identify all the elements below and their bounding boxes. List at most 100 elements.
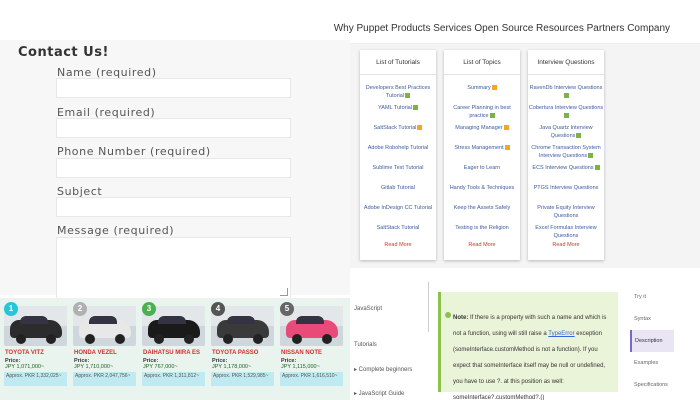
car-card[interactable]: 5 NISSAN NOTE Price: JPY 1,115,000~ Approx. … — [278, 300, 345, 400]
new-tag-icon — [588, 153, 594, 159]
email-input[interactable] — [56, 118, 291, 138]
read-more-link[interactable]: Read More — [528, 242, 604, 248]
docs-left-sidebar: JavaScript Tutorials ▸ Complete beginners ▸… — [350, 280, 428, 400]
car-window-shape — [296, 316, 324, 324]
card-link[interactable]: Eager to Learn — [444, 160, 520, 180]
car-name[interactable]: TOYOTA VITZ — [5, 350, 44, 356]
docs-toc-item[interactable]: Try it — [634, 294, 646, 300]
docs-right-sidebar: Try it Syntax Description Examples Specifica… — [630, 282, 700, 400]
subject-input[interactable] — [56, 197, 291, 217]
docs-toc-item[interactable]: Specifications — [634, 382, 668, 388]
rank-badge: 2 — [73, 302, 87, 316]
docs-toc-item[interactable]: Examples — [634, 360, 658, 366]
read-more-link[interactable]: Read More — [360, 242, 436, 248]
note-text-2: will still raise a — [508, 331, 549, 337]
car-price: JPY 1,115,000~ — [281, 364, 320, 370]
card-list: RavenDb Interview Questions Cobertura Int… — [528, 75, 604, 240]
name-input[interactable] — [56, 78, 291, 98]
card-link[interactable]: Summary — [444, 80, 520, 100]
card-link[interactable]: SaltStack Tutorial — [360, 220, 436, 240]
car-name[interactable]: TOYOTA PASSO — [212, 350, 258, 356]
car-wheel-shape — [85, 334, 95, 344]
rank-badge: 1 — [4, 302, 18, 316]
note-prefix: Note: — [453, 315, 469, 321]
car-wheel-shape — [223, 334, 233, 344]
card-link[interactable]: YAML Tutorial — [360, 100, 436, 120]
car-wheel-shape — [154, 334, 164, 344]
card-title: List of Tutorials — [360, 50, 436, 75]
card-link[interactable]: RavenDb Interview Questions — [528, 80, 604, 100]
car-card[interactable]: 2 HONDA VEZEL Price: JPY 1,710,000~ Approx. … — [71, 300, 138, 400]
car-name[interactable]: DAIHATSU MIRA ES — [143, 350, 200, 356]
card-link[interactable]: Adobe Robohelp Tutorial — [360, 140, 436, 160]
card-link[interactable]: Chrome Transaction System Interview Ques… — [528, 140, 604, 160]
car-card[interactable]: 4 TOYOTA PASSO Price: JPY 1,178,000~ Approx.… — [209, 300, 276, 400]
car-wheel-shape — [115, 334, 125, 344]
new-tag-icon — [489, 113, 495, 119]
phone-label: Phone Number (required) — [57, 145, 211, 158]
car-approx-price: Approx. PKR 1,616,510~ — [280, 372, 343, 386]
card-link[interactable]: Testing is the Religion — [444, 220, 520, 240]
car-window-shape — [227, 316, 255, 324]
docs-toc-item[interactable]: Syntax — [634, 316, 651, 322]
card-link[interactable]: Java Quartz Interview Questions — [528, 120, 604, 140]
contact-form: Contact Us! Name (required) Email (requi… — [0, 40, 350, 299]
card-link[interactable]: PTGS Interview Questions — [528, 180, 604, 200]
card-link[interactable]: Handy Tools & Techniques — [444, 180, 520, 200]
new-tag-icon — [491, 85, 497, 91]
card-link[interactable]: Managing Manager — [444, 120, 520, 140]
car-window-shape — [20, 316, 48, 324]
card-link[interactable]: Stress Management — [444, 140, 520, 160]
car-price: JPY 1,710,000~ — [74, 364, 114, 370]
phone-input[interactable] — [56, 158, 291, 178]
car-card[interactable]: 3 DAIHATSU MIRA ES Price: JPY 767,000~ Appro… — [140, 300, 207, 400]
car-wheel-shape — [322, 334, 332, 344]
car-approx-price: Approx. PKR 1,332,025~ — [4, 372, 67, 386]
card-link[interactable]: Sublime Text Tutorial — [360, 160, 436, 180]
car-name[interactable]: HONDA VEZEL — [74, 350, 117, 356]
car-window-shape — [89, 316, 117, 324]
docs-nav-item[interactable]: JavaScript — [354, 306, 382, 312]
resize-grip-icon[interactable] — [280, 288, 288, 296]
docs-nav-item[interactable]: ▸ Complete beginners — [354, 366, 412, 373]
card-link[interactable]: Cobertura Interview Questions — [528, 100, 604, 120]
docs-nav-item[interactable]: Tutorials — [354, 342, 377, 348]
note-box: Note: If there is a property with such a… — [438, 292, 618, 400]
card-link[interactable]: Keep the Assets Safely — [444, 200, 520, 220]
car-price: JPY 1,071,000~ — [5, 364, 45, 370]
page-root: Why Puppet Products Services Open Source… — [0, 0, 700, 400]
car-name[interactable]: NISSAN NOTE — [281, 350, 322, 356]
note-text-3: exception (someInterface.customMethod is… — [453, 331, 606, 400]
message-textarea[interactable] — [56, 237, 291, 299]
new-tag-icon — [504, 145, 510, 151]
car-wheel-shape — [292, 334, 302, 344]
divider — [428, 282, 429, 332]
new-tag-icon — [576, 133, 582, 139]
car-price: JPY 767,000~ — [143, 364, 178, 370]
new-tag-icon — [405, 93, 411, 99]
card-list: Summary Career Planning in best practice M… — [444, 75, 520, 240]
card-link[interactable]: Career Planning in best practice — [444, 100, 520, 120]
car-price: JPY 1,178,000~ — [212, 364, 252, 370]
docs-toc-item[interactable]: Description — [630, 330, 674, 352]
info-icon — [445, 312, 451, 318]
car-approx-price: Approx. PKR 1,311,812~ — [142, 372, 205, 386]
new-tag-icon — [417, 125, 423, 131]
card-link[interactable]: SaltStack Tutorial — [360, 120, 436, 140]
card-link[interactable]: Excel Formulas Interview Questions — [528, 220, 604, 240]
car-wheel-shape — [46, 334, 56, 344]
card-link[interactable]: Developers Best Practices Tutorial — [360, 80, 436, 100]
contact-title: Contact Us! — [18, 45, 109, 60]
card-link[interactable]: Adobe InDesign CC Tutorial — [360, 200, 436, 220]
new-tag-icon — [564, 93, 569, 99]
car-card[interactable]: 1 TOYOTA VITZ Price: JPY 1,071,000~ Approx. … — [2, 300, 69, 400]
nav-links[interactable]: Why Puppet Products Services Open Source… — [334, 23, 670, 34]
card-link[interactable]: Private Equity Interview Questions — [528, 200, 604, 220]
note-paragraph: Note: If there is a property with such a… — [453, 310, 612, 400]
typeerror-link[interactable]: TypeError — [548, 331, 574, 337]
read-more-link[interactable]: Read More — [444, 242, 520, 248]
card-link[interactable]: Gitlab Tutorial — [360, 180, 436, 200]
car-wheel-shape — [184, 334, 194, 344]
card-link[interactable]: ECS Interview Questions — [528, 160, 604, 180]
docs-nav-item[interactable]: ▸ JavaScript Guide — [354, 390, 404, 397]
